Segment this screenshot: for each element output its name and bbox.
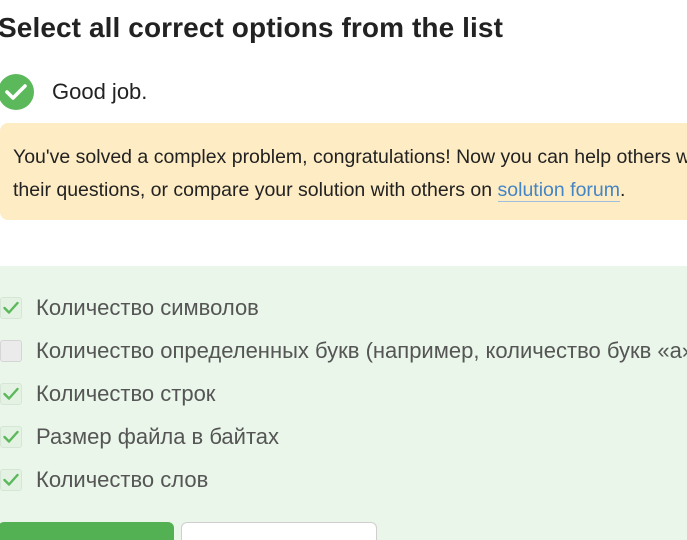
result-text: Good job.	[52, 79, 148, 104]
step-page: Select all correct options from the list…	[0, 0, 687, 540]
checkmark-icon	[3, 301, 19, 314]
option-label: Размер файла в байтах	[36, 424, 280, 449]
task-title: Select all correct options from the list	[0, 12, 504, 43]
checkbox-checked[interactable]	[0, 383, 22, 405]
option-item[interactable]: Размер файла в байтах	[0, 422, 279, 452]
solution-forum-link[interactable]: solution forum	[497, 179, 620, 202]
option-item[interactable]: Количество слов	[0, 465, 208, 495]
result-status: Good job.	[0, 72, 147, 112]
checkbox-checked[interactable]	[0, 469, 22, 491]
checkmark-icon	[3, 473, 19, 486]
option-item[interactable]: Количество определенных букв (например, …	[0, 336, 687, 366]
checkbox-checked[interactable]	[0, 297, 22, 319]
option-label: Количество определенных букв (например, …	[36, 338, 687, 363]
submit-button[interactable]	[0, 522, 174, 540]
secondary-button[interactable]	[181, 522, 377, 540]
option-item[interactable]: Количество строк	[0, 379, 215, 409]
option-item[interactable]: Количество символов	[0, 293, 259, 323]
option-label: Количество символов	[36, 295, 259, 320]
notice-line-2-suffix: .	[620, 179, 626, 201]
success-notice: You've solved a complex problem, congrat…	[0, 123, 687, 220]
check-circle-icon	[0, 74, 34, 110]
option-label: Количество слов	[36, 467, 209, 492]
checkmark-icon	[3, 430, 19, 443]
notice-line-2: their questions, or compare your solutio…	[13, 174, 687, 207]
checkbox-unchecked[interactable]	[0, 340, 22, 362]
checkmark-icon	[3, 387, 19, 400]
notice-line-1: You've solved a complex problem, congrat…	[13, 146, 687, 168]
checkbox-checked[interactable]	[0, 426, 22, 448]
notice-line-2-prefix: their questions, or compare your solutio…	[13, 179, 498, 201]
option-label: Количество строк	[36, 381, 216, 406]
